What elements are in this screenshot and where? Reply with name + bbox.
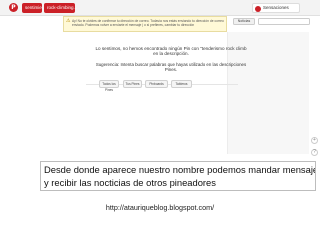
search-tag-2[interactable]: rock-climbing... — [44, 3, 78, 13]
caption-line-2: y recibir las nocticias de otros pineado… — [44, 176, 216, 188]
email-confirmation-notice: ⚠ Ay! No te olvides de confirmar tu dire… — [63, 16, 227, 32]
caption-box: Desde donde aparece nuestro nombre podem… — [40, 161, 316, 191]
tab-all-pins[interactable]: Todos los Pines — [99, 80, 119, 92]
add-icon[interactable]: + — [311, 137, 318, 144]
search-suggestion: Sugerencia: Intenta buscar palabras que … — [87, 62, 255, 72]
suggestion-line-2: Pines. — [164, 67, 178, 73]
tab-your-pins[interactable]: Tus Pines — [123, 80, 142, 88]
blog-url: http://atauriqueblog.blogspot.com/ — [105, 203, 215, 212]
search-tag-1[interactable]: sentimie... — [22, 3, 46, 13]
no-results-message: Lo sentimos, no hemos encontrado ningún … — [87, 46, 255, 57]
user-menu-label: Sensaciones — [263, 5, 289, 10]
search-input[interactable] — [258, 18, 310, 25]
search-tag-label: sentimie... — [25, 5, 46, 10]
notice-line-2[interactable]: enviado. Podemos volver a enviarte el me… — [72, 23, 224, 27]
warning-icon: ⚠ — [66, 18, 71, 24]
avatar-icon — [255, 5, 261, 12]
help-icon[interactable]: ? — [311, 149, 318, 156]
filter-tabs: Todos los Pines Tus Pines Pinboards Tabl… — [86, 80, 238, 92]
pinterest-logo-icon[interactable]: P — [9, 3, 18, 12]
tab-boards[interactable]: Tableros — [171, 80, 192, 88]
notifications-button[interactable]: Noticias — [233, 18, 255, 25]
caption-line-1: Desde donde aparece nuestro nombre podem… — [44, 164, 316, 175]
search-tag-label: rock-climbing... — [47, 5, 78, 10]
no-results-line-2: en la descripción. — [153, 51, 189, 57]
top-bar: P sentimie... rock-climbing... Sensacion… — [0, 0, 320, 16]
user-menu[interactable]: Sensaciones — [252, 3, 300, 13]
tab-pinboards[interactable]: Pinboards — [145, 80, 168, 88]
